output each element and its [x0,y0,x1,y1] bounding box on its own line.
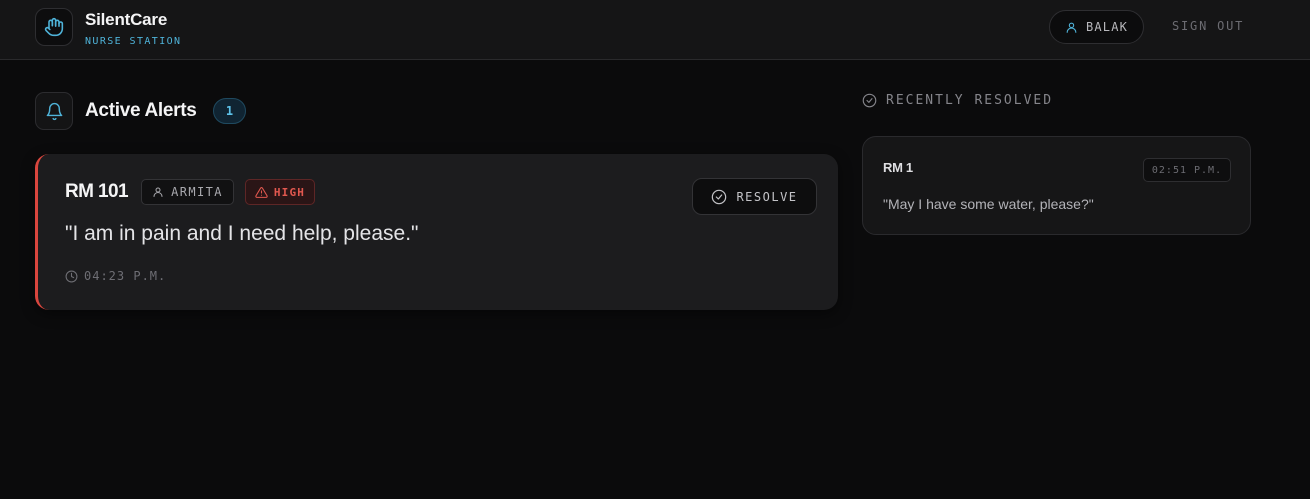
check-circle-icon [711,189,727,205]
alert-room: RM 101 [65,181,129,202]
active-alerts-title: Active Alerts [85,100,197,121]
resolved-message: "May I have some water, please?" [883,196,1094,212]
alert-count-badge: 1 [213,98,246,124]
check-circle-icon [862,93,877,108]
app-title: SilentCare [85,10,168,29]
patient-tag: ARMITA [141,179,234,205]
resolve-button[interactable]: RESOLVE [692,178,817,215]
user-menu-button[interactable]: BALAK [1049,10,1144,44]
priority-badge: HIGH [245,179,315,205]
alert-time: 04:23 P.M. [65,269,166,283]
recently-resolved-title: RECENTLY RESOLVED [886,93,1054,108]
user-icon [152,186,164,198]
alerts-bell [35,92,73,130]
resolved-time: 02:51 P.M. [1143,158,1231,182]
resolved-room: RM 1 [883,160,913,175]
warning-icon [255,186,268,199]
recently-resolved-heading: RECENTLY RESOLVED [862,93,1053,108]
hand-icon [44,17,64,37]
alert-message: "I am in pain and I need help, please." [65,222,419,245]
bell-icon [45,102,64,121]
resolved-card: RM 1 02:51 P.M. "May I have some water, … [862,136,1251,235]
app-subtitle: NURSE STATION [85,36,182,47]
user-icon [1065,21,1078,34]
priority-label: HIGH [273,185,306,199]
alert-card: RM 101 ARMITA HIGH RESOLVE "I am in pain… [35,154,838,310]
resolve-label: RESOLVE [736,189,798,204]
app-logo [35,8,73,46]
clock-icon [65,270,78,283]
user-name: BALAK [1085,20,1129,34]
sign-out-button[interactable]: SIGN OUT [1172,19,1244,33]
patient-name: ARMITA [171,185,223,199]
top-header: SilentCare NURSE STATION BALAK SIGN OUT [0,0,1310,60]
alert-time-text: 04:23 P.M. [84,269,167,283]
